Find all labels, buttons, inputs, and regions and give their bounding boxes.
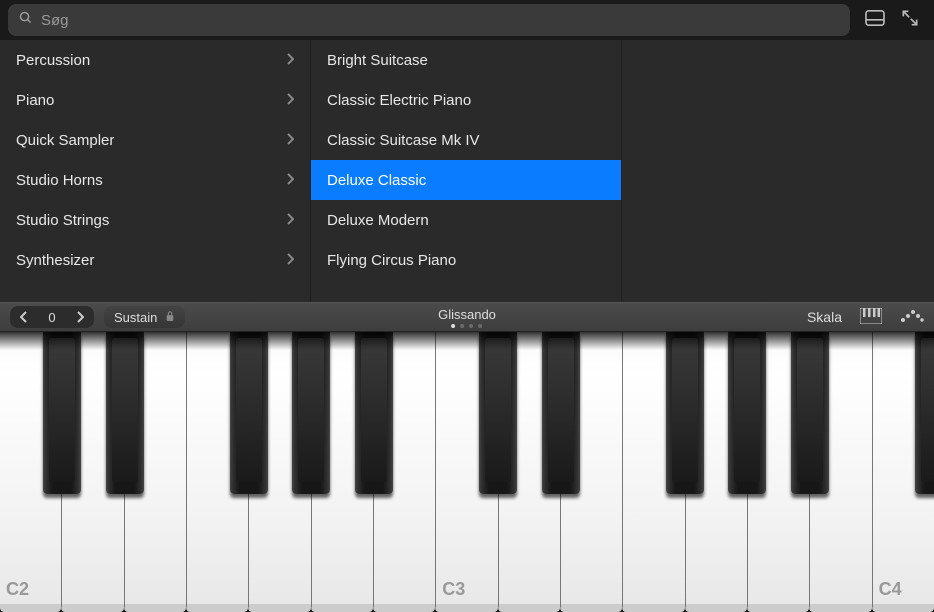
chevron-right-icon xyxy=(286,252,294,269)
black-key[interactable] xyxy=(915,332,934,494)
patch-label: Classic Suitcase Mk IV xyxy=(327,132,480,149)
chevron-right-icon xyxy=(286,172,294,189)
fullscreen-icon[interactable] xyxy=(900,8,920,33)
black-key[interactable] xyxy=(791,332,829,494)
octave-stepper: 0 xyxy=(10,306,94,328)
patch-label: Flying Circus Piano xyxy=(327,252,456,269)
key-label: C4 xyxy=(879,579,902,600)
category-item[interactable]: Synthesizer xyxy=(0,240,310,280)
black-key[interactable] xyxy=(728,332,766,494)
patch-label: Classic Electric Piano xyxy=(327,92,471,109)
patch-item[interactable]: Flying Circus Piano xyxy=(311,240,621,280)
black-key[interactable] xyxy=(106,332,144,494)
octave-down-button[interactable] xyxy=(10,306,38,328)
patch-label: Deluxe Classic xyxy=(327,172,426,189)
lock-icon xyxy=(165,310,175,325)
detail-column xyxy=(622,40,933,302)
keyboard-controls: 0 Sustain Glissando Skala xyxy=(0,302,934,332)
chevron-right-icon xyxy=(286,92,294,109)
search-input[interactable] xyxy=(41,12,840,29)
patch-item[interactable]: Classic Suitcase Mk IV xyxy=(311,120,621,160)
sustain-label: Sustain xyxy=(114,310,157,325)
black-key[interactable] xyxy=(479,332,517,494)
search-icon xyxy=(18,10,33,30)
patch-label: Deluxe Modern xyxy=(327,212,429,229)
key-label: C2 xyxy=(6,579,29,600)
skala-button[interactable]: Skala xyxy=(807,309,842,325)
category-label: Studio Strings xyxy=(16,212,109,229)
top-bar xyxy=(0,0,934,40)
chevron-right-icon xyxy=(286,52,294,69)
category-item[interactable]: Piano xyxy=(0,80,310,120)
panel-icon[interactable] xyxy=(864,9,886,32)
patch-label: Bright Suitcase xyxy=(327,52,428,69)
octave-up-button[interactable] xyxy=(66,306,94,328)
black-key[interactable] xyxy=(292,332,330,494)
black-key[interactable] xyxy=(666,332,704,494)
search-box[interactable] xyxy=(8,4,850,36)
category-label: Quick Sampler xyxy=(16,132,114,149)
octave-value: 0 xyxy=(38,310,66,325)
category-label: Piano xyxy=(16,92,54,109)
category-item[interactable]: Percussion xyxy=(0,40,310,80)
patch-item[interactable]: Classic Electric Piano xyxy=(311,80,621,120)
category-column: Percussion Piano Quick Sampler Studio Ho… xyxy=(0,40,311,302)
patch-item[interactable]: Bright Suitcase xyxy=(311,40,621,80)
category-label: Percussion xyxy=(16,52,90,69)
patch-item[interactable]: Deluxe Modern xyxy=(311,200,621,240)
page-dots xyxy=(438,324,496,328)
black-keys xyxy=(0,332,934,494)
category-label: Synthesizer xyxy=(16,252,94,269)
black-key[interactable] xyxy=(43,332,81,494)
sound-browser: Percussion Piano Quick Sampler Studio Ho… xyxy=(0,40,934,302)
patch-item-selected[interactable]: Deluxe Classic xyxy=(311,160,621,200)
category-label: Studio Horns xyxy=(16,172,103,189)
keyboard-view-icon[interactable] xyxy=(860,308,882,327)
category-item[interactable]: Quick Sampler xyxy=(0,120,310,160)
play-mode-label: Glissando xyxy=(438,307,496,322)
keyboard: C2 C3 C4 xyxy=(0,332,934,612)
black-key[interactable] xyxy=(230,332,268,494)
category-item[interactable]: Studio Strings xyxy=(0,200,310,240)
category-item[interactable]: Studio Horns xyxy=(0,160,310,200)
sustain-button[interactable]: Sustain xyxy=(104,306,185,328)
key-label: C3 xyxy=(442,579,465,600)
patch-column: Bright Suitcase Classic Electric Piano C… xyxy=(311,40,622,302)
arpeggio-icon[interactable] xyxy=(900,309,924,326)
black-key[interactable] xyxy=(355,332,393,494)
black-key[interactable] xyxy=(542,332,580,494)
play-mode[interactable]: Glissando xyxy=(438,307,496,328)
chevron-right-icon xyxy=(286,212,294,229)
chevron-right-icon xyxy=(286,132,294,149)
